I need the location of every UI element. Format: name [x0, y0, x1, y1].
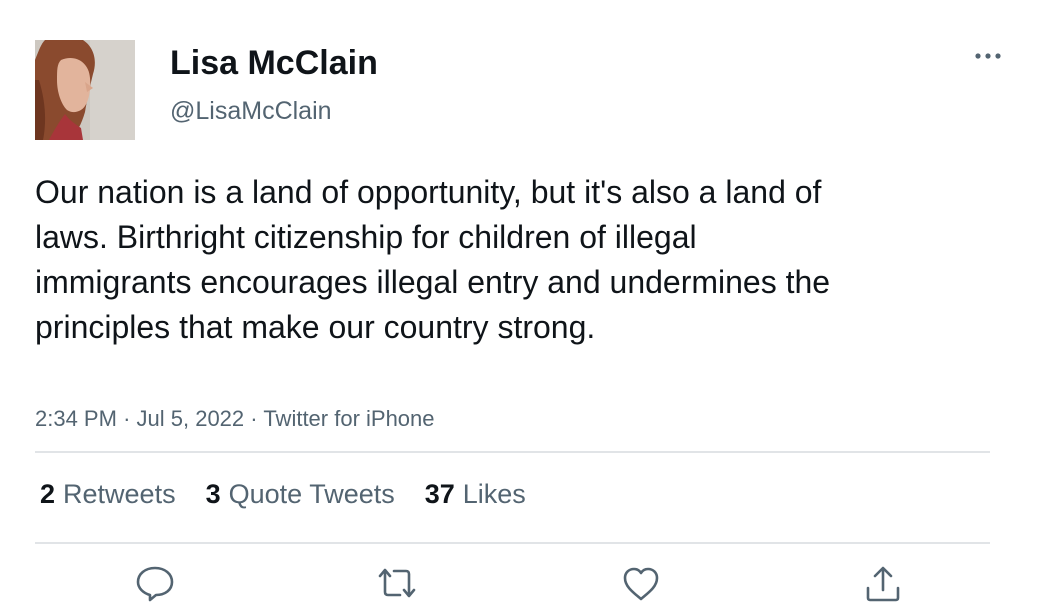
- share-button[interactable]: [862, 564, 904, 604]
- tweet-stats: 2 Retweets 3 Quote Tweets 37 Likes: [40, 476, 526, 512]
- quote-count: 3: [205, 479, 221, 509]
- profile-photo-icon: [35, 40, 135, 140]
- tweet-date[interactable]: Jul 5, 2022: [137, 406, 245, 431]
- meta-separator: ·: [123, 406, 131, 431]
- likes-label: Likes: [462, 479, 526, 509]
- tweet-source[interactable]: Twitter for iPhone: [263, 406, 434, 431]
- quote-tweets-stat[interactable]: 3 Quote Tweets: [206, 476, 395, 512]
- likes-stat[interactable]: 37 Likes: [425, 476, 526, 512]
- speech-bubble-icon: [136, 566, 174, 602]
- quote-label: Quote Tweets: [228, 479, 395, 509]
- retweet-arrows-icon: [378, 568, 416, 598]
- tweet-text: Our nation is a land of opportunity, but…: [35, 174, 831, 345]
- share-upload-icon: [866, 566, 900, 602]
- ellipsis-icon: [975, 53, 1001, 59]
- meta-separator: ·: [250, 406, 258, 431]
- retweets-label: Retweets: [63, 479, 176, 509]
- more-options-button[interactable]: [968, 40, 1008, 72]
- divider: [35, 451, 990, 453]
- likes-count: 37: [424, 479, 455, 509]
- divider: [35, 542, 990, 544]
- like-button[interactable]: [620, 564, 662, 604]
- user-handle[interactable]: @LisaMcClain: [170, 96, 332, 126]
- display-name[interactable]: Lisa McClain: [170, 42, 378, 84]
- retweets-count: 2: [40, 479, 56, 509]
- tweet-time[interactable]: 2:34 PM: [35, 406, 117, 431]
- tweet-meta: 2:34 PM · Jul 5, 2022 · Twitter for iPho…: [35, 404, 435, 434]
- avatar[interactable]: [35, 40, 135, 140]
- reply-button[interactable]: [134, 564, 176, 604]
- retweet-button[interactable]: [376, 564, 418, 604]
- retweets-stat[interactable]: 2 Retweets: [40, 476, 176, 512]
- heart-icon: [623, 567, 659, 601]
